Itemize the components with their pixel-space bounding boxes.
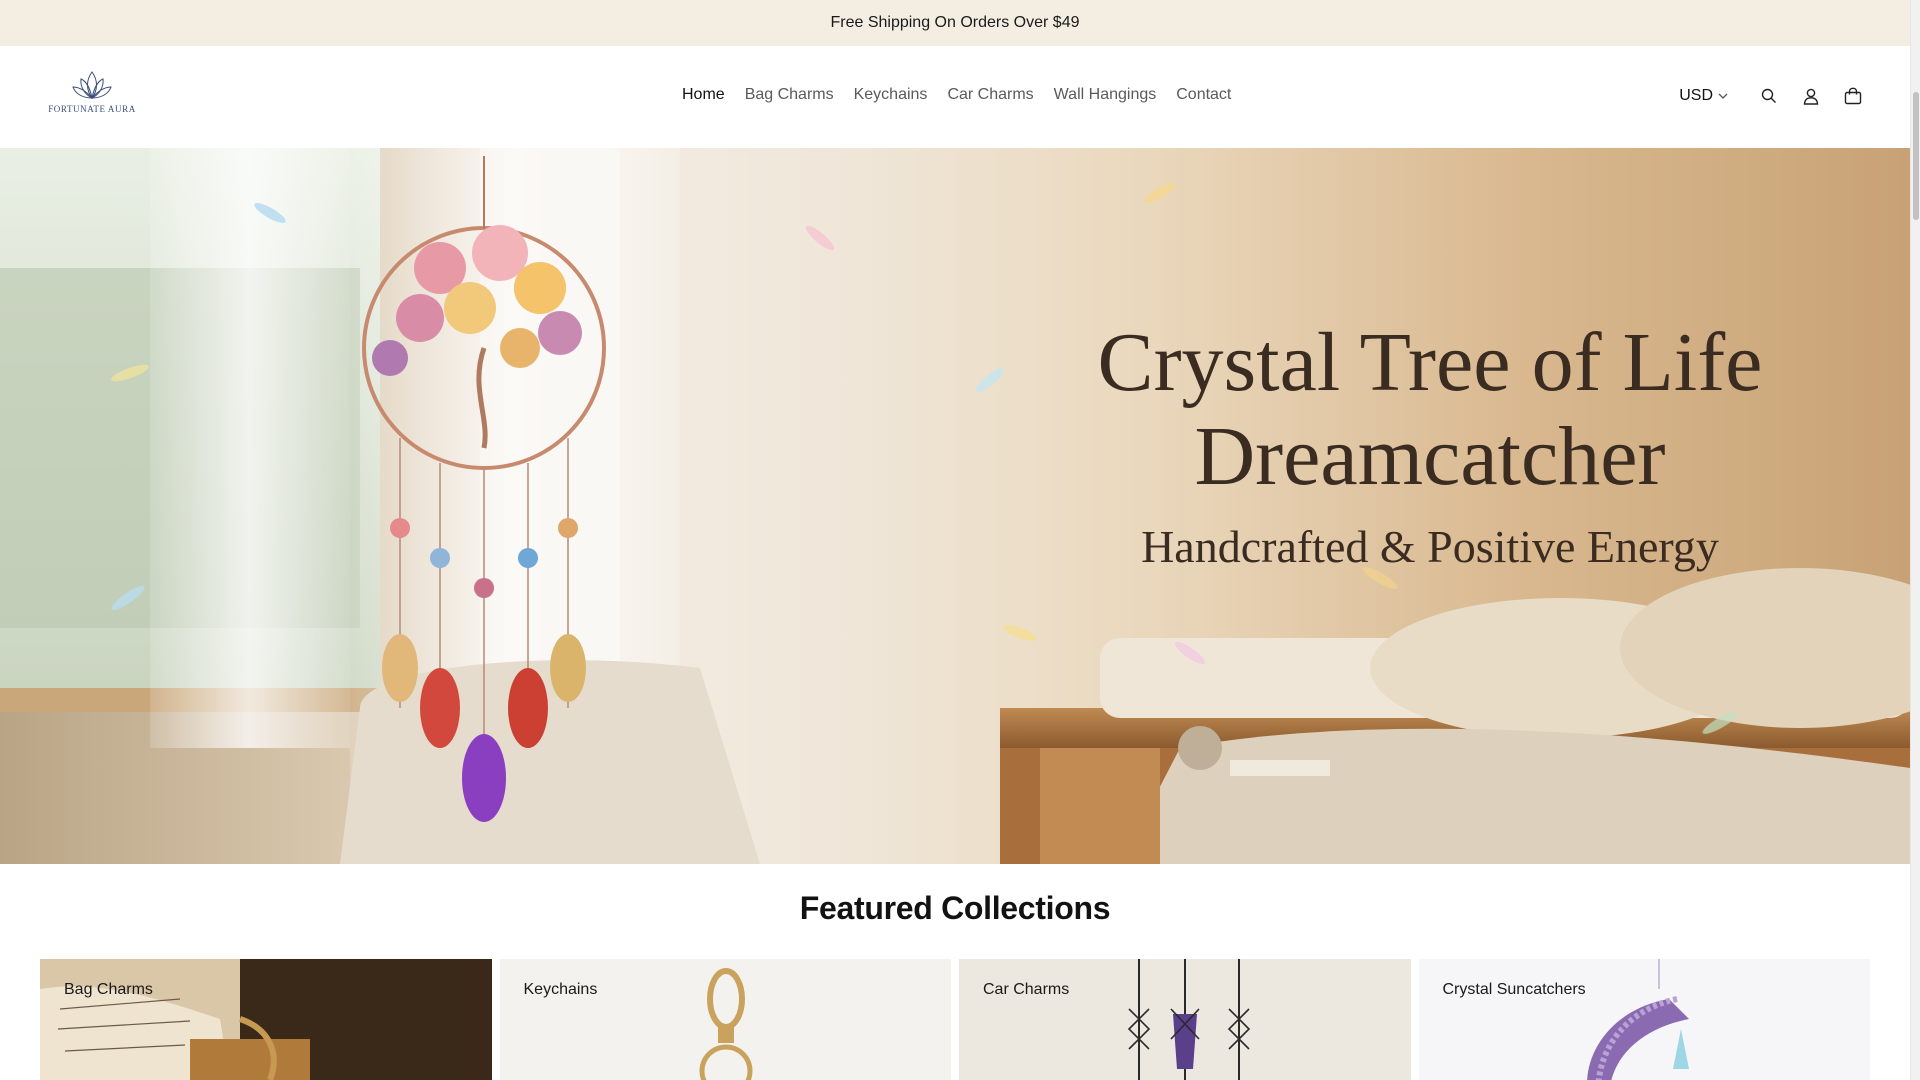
main-nav: Home Bag Charms Keychains Car Charms Wal… [672, 85, 1241, 105]
nav-item-wall-hangings[interactable]: Wall Hangings [1044, 85, 1167, 105]
announcement-bar: Free Shipping On Orders Over $49 [0, 0, 1910, 46]
announcement-text: Free Shipping On Orders Over $49 [830, 14, 1080, 31]
collection-card-car-charms[interactable]: Car Charms [959, 959, 1411, 1080]
scrollbar-thumb[interactable] [1913, 92, 1919, 220]
hero-banner[interactable]: Crystal Tree of Life Dreamcatcher Handcr… [0, 148, 1910, 864]
collection-image-bag-charms [40, 959, 492, 1080]
hero-scene-image [0, 148, 1910, 864]
logo[interactable]: FORTUNATE AURA [44, 68, 140, 126]
page-scrollbar[interactable] [1910, 0, 1920, 1080]
hero-subtitle: Handcrafted & Positive Energy [1141, 521, 1719, 572]
collection-label-keychains: Keychains [523, 981, 598, 998]
nav-item-bag-charms[interactable]: Bag Charms [735, 85, 844, 105]
featured-collections-heading: Featured Collections [799, 890, 1111, 926]
collection-image-crystal-suncatchers [1418, 959, 1870, 1080]
collection-label-car-charms: Car Charms [983, 981, 1070, 998]
collection-card-crystal-suncatchers[interactable]: Crystal Suncatchers [1418, 959, 1870, 1080]
nav-item-keychains[interactable]: Keychains [844, 85, 938, 105]
header-tools: USD [1679, 76, 1874, 116]
nav-item-contact[interactable]: Contact [1166, 85, 1241, 105]
chevron-down-icon [1718, 93, 1728, 99]
site-header: FORTUNATE AURA Home Bag Charms Keychains… [0, 46, 1910, 148]
collection-label-crystal-suncatchers: Crystal Suncatchers [1442, 981, 1586, 998]
account-button[interactable] [1790, 76, 1832, 116]
cart-icon [1844, 87, 1862, 105]
hero-title-line2: Dreamcatcher [1194, 410, 1666, 503]
currency-selector[interactable]: USD [1679, 87, 1728, 105]
nav-item-home[interactable]: Home [672, 85, 735, 105]
collection-image-car-charms [959, 959, 1411, 1080]
hero-title: Crystal Tree of Life Dreamcatcher [980, 316, 1880, 504]
hero-title-line1: Crystal Tree of Life [1097, 316, 1763, 409]
lotus-logo-icon [72, 71, 112, 99]
collections-grid: Bag Charms Keychains Car Charms Crystal … [40, 959, 1870, 1080]
search-icon [1761, 88, 1776, 103]
search-button[interactable] [1748, 76, 1790, 116]
collection-image-keychains [499, 959, 951, 1080]
collection-card-bag-charms[interactable]: Bag Charms [40, 959, 492, 1080]
currency-value: USD [1679, 87, 1713, 104]
cart-button[interactable] [1832, 76, 1874, 116]
collection-label-bag-charms: Bag Charms [64, 981, 153, 998]
collection-card-keychains[interactable]: Keychains [499, 959, 951, 1080]
nav-item-car-charms[interactable]: Car Charms [937, 85, 1043, 105]
account-icon [1803, 88, 1819, 105]
logo-wordmark: FORTUNATE AURA [48, 104, 136, 114]
